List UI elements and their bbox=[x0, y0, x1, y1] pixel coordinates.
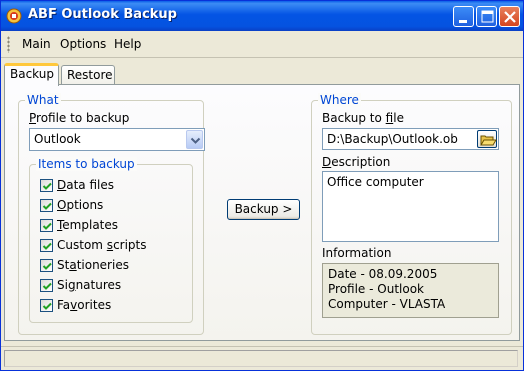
data-files-label-hot: D bbox=[57, 178, 67, 192]
checkbox-row-favorites[interactable]: Favorites bbox=[40, 297, 180, 313]
where-group: Where Backup to file D:\Backup\Outlook.o… bbox=[311, 93, 512, 335]
signatures-label-pre: Si bbox=[57, 278, 68, 292]
description-textarea[interactable]: Office computer bbox=[322, 171, 499, 242]
favorites-label-pre: Fa bbox=[57, 298, 71, 312]
checkmark-icon bbox=[42, 302, 52, 310]
checkmark-icon bbox=[42, 282, 52, 290]
tab-strip: Backup Restore bbox=[4, 63, 404, 86]
data-files-label-post: ata files bbox=[66, 178, 115, 192]
backup-file-value: D:\Backup\Outlook.ob bbox=[327, 132, 458, 146]
checkmark-icon bbox=[42, 262, 52, 270]
custom-scripts-label: Custom scripts bbox=[57, 238, 147, 252]
checkmark-icon bbox=[42, 182, 52, 190]
favorites-label-post: orites bbox=[77, 298, 112, 312]
info-profile: Profile - Outlook bbox=[328, 282, 424, 296]
templates-label-post: emplates bbox=[62, 218, 119, 232]
checkbox-row-signatures[interactable]: Signatures bbox=[40, 277, 180, 293]
profile-select-value: Outlook bbox=[34, 132, 81, 146]
tab-backup[interactable]: Backup bbox=[4, 63, 59, 86]
open-folder-icon bbox=[480, 135, 497, 146]
minimize-button[interactable] bbox=[453, 6, 474, 27]
app-window: ABF Outlook Backup Main Options Help Bac… bbox=[0, 0, 524, 371]
stationeries-label-hot: a bbox=[69, 258, 77, 272]
profile-label-hotkey: P bbox=[29, 111, 37, 125]
custom-scripts-label-post: cripts bbox=[113, 238, 147, 252]
checkmark-icon bbox=[42, 202, 52, 210]
stationeries-label-post: tioneries bbox=[76, 258, 129, 272]
where-legend: Where bbox=[318, 93, 361, 107]
close-icon bbox=[504, 11, 516, 23]
checkbox-row-templates[interactable]: Templates bbox=[40, 217, 180, 233]
menu-grip[interactable] bbox=[7, 36, 10, 53]
info-computer: Computer - VLASTA bbox=[328, 297, 446, 311]
description-label: Description bbox=[322, 155, 390, 169]
menu-help[interactable]: Help bbox=[114, 37, 141, 51]
chevron-down-icon bbox=[190, 137, 201, 144]
backup-file-label: Backup to file bbox=[322, 111, 404, 125]
description-value: Office computer bbox=[327, 175, 424, 189]
menu-bar: Main Options Help bbox=[1, 31, 523, 58]
what-group: What Profile to backup Outlook Items to … bbox=[18, 93, 205, 335]
signatures-label-hot: g bbox=[67, 278, 76, 292]
data-files-label: Data files bbox=[57, 178, 114, 192]
tab-restore[interactable]: Restore bbox=[61, 65, 115, 85]
backup-tab-panel: What Profile to backup Outlook Items to … bbox=[4, 84, 520, 341]
info-date: Date - 08.09.2005 bbox=[328, 267, 438, 281]
maximize-icon bbox=[481, 10, 494, 23]
checkmark-icon bbox=[42, 242, 52, 250]
browse-file-button[interactable] bbox=[477, 130, 497, 148]
profile-select[interactable]: Outlook bbox=[29, 128, 205, 151]
profile-label-rest: rofile to backup bbox=[36, 111, 130, 125]
signatures-checkbox[interactable] bbox=[40, 279, 53, 292]
items-legend: Items to backup bbox=[36, 157, 137, 171]
stationeries-label-pre: St bbox=[57, 258, 70, 272]
signatures-label: Signatures bbox=[57, 278, 121, 292]
backup-file-input[interactable]: D:\Backup\Outlook.ob bbox=[322, 128, 499, 150]
checkbox-row-stationeries[interactable]: Stationeries bbox=[40, 257, 180, 273]
templates-label: Templates bbox=[57, 218, 118, 232]
stationeries-label: Stationeries bbox=[57, 258, 129, 272]
checkbox-row-options[interactable]: Options bbox=[40, 197, 180, 213]
data-files-checkbox[interactable] bbox=[40, 179, 53, 192]
menu-options[interactable]: Options bbox=[60, 37, 106, 51]
profile-dropdown-button[interactable] bbox=[186, 130, 203, 149]
profile-label: Profile to backup bbox=[29, 111, 129, 125]
custom-scripts-checkbox[interactable] bbox=[40, 239, 53, 252]
what-legend: What bbox=[25, 93, 61, 107]
backup-button[interactable]: Backup > bbox=[227, 199, 300, 220]
checkbox-row-custom-scripts[interactable]: Custom scripts bbox=[40, 237, 180, 253]
minimize-icon bbox=[459, 20, 467, 23]
information-label: Information bbox=[322, 246, 392, 260]
options-label: Options bbox=[57, 198, 103, 212]
items-to-backup-group: Items to backup Data files Options Templat… bbox=[29, 157, 193, 323]
checkmark-icon bbox=[42, 222, 52, 230]
title-bar[interactable]: ABF Outlook Backup bbox=[1, 1, 523, 31]
options-checkbox[interactable] bbox=[40, 199, 53, 212]
favorites-checkbox[interactable] bbox=[40, 299, 53, 312]
signatures-label-post: natures bbox=[75, 278, 122, 292]
backup-file-label-pre: Backup to bbox=[322, 111, 386, 125]
outlook-backup-app-icon[interactable] bbox=[6, 8, 22, 24]
templates-checkbox[interactable] bbox=[40, 219, 53, 232]
checkbox-row-data-files[interactable]: Data files bbox=[40, 177, 180, 193]
description-label-hotkey: D bbox=[322, 155, 332, 169]
window-title: ABF Outlook Backup bbox=[28, 7, 177, 22]
options-label-post: ptions bbox=[66, 198, 104, 212]
menu-main[interactable]: Main bbox=[22, 37, 51, 51]
custom-scripts-label-pre: Custom bbox=[57, 238, 107, 252]
stationeries-checkbox[interactable] bbox=[40, 259, 53, 272]
maximize-button[interactable] bbox=[476, 6, 497, 27]
backup-file-label-post: ile bbox=[393, 111, 404, 125]
status-pane bbox=[4, 350, 518, 367]
favorites-label: Favorites bbox=[57, 298, 111, 312]
information-box: Date - 08.09.2005 Profile - Outlook Comp… bbox=[322, 263, 499, 318]
close-button[interactable] bbox=[499, 6, 520, 27]
status-bar bbox=[1, 346, 523, 370]
description-label-rest: escription bbox=[331, 155, 391, 169]
